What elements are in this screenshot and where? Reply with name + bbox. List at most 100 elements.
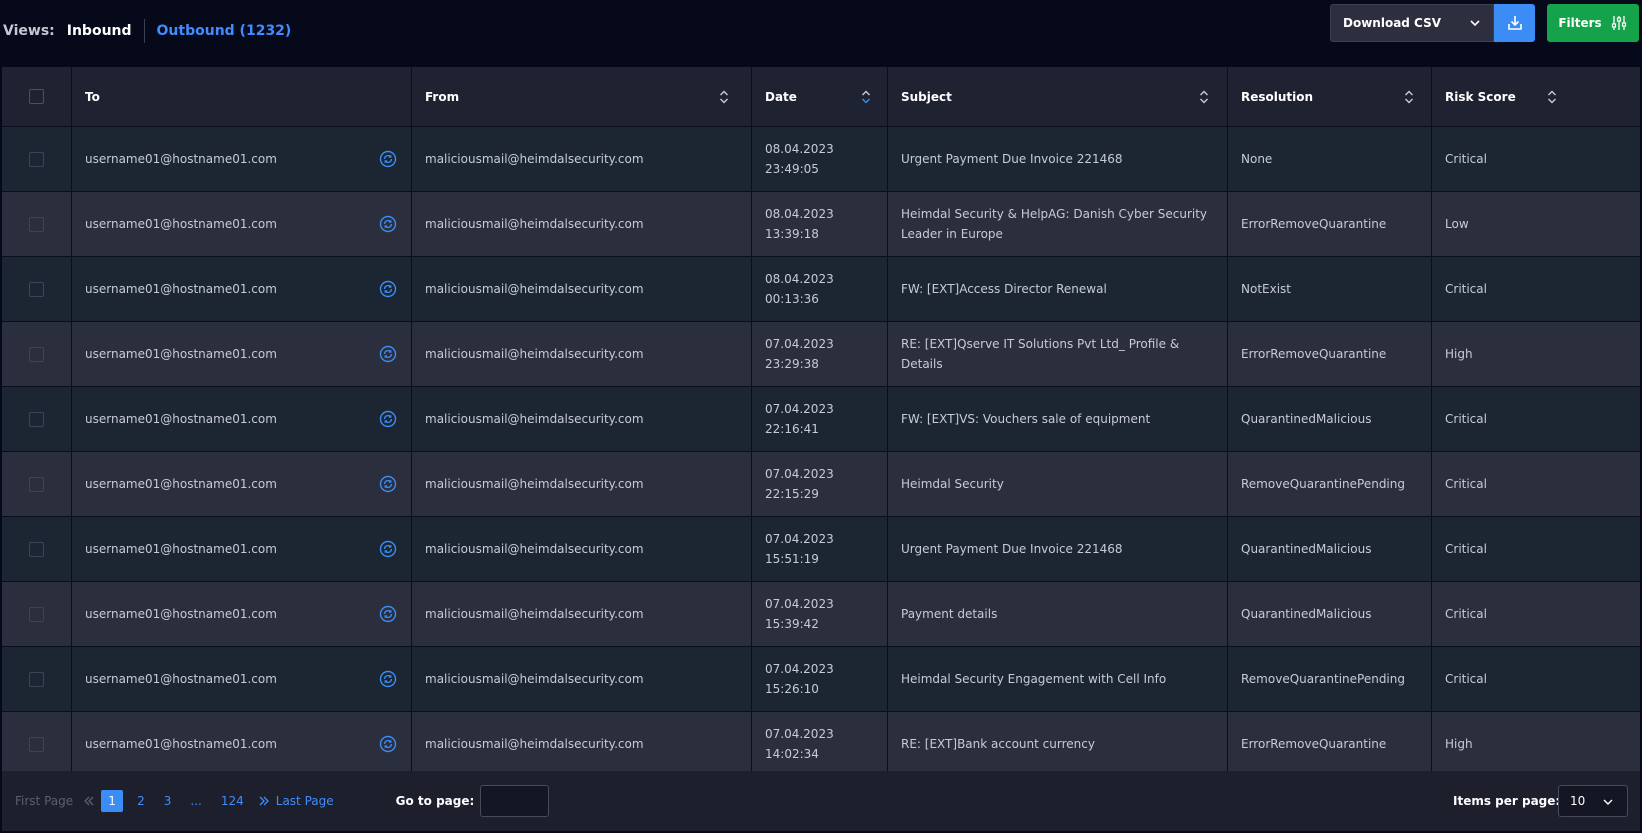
column-risk-score[interactable]: Risk Score bbox=[1432, 67, 1640, 126]
table-row[interactable]: username01@hostname01.com maliciousmail@h… bbox=[2, 387, 1640, 452]
resolution-text: RemoveQuarantinePending bbox=[1241, 477, 1405, 491]
table-row[interactable]: username01@hostname01.com maliciousmail@h… bbox=[2, 712, 1640, 777]
cell-from: maliciousmail@heimdalsecurity.com bbox=[412, 192, 752, 256]
to-address: username01@hostname01.com bbox=[85, 282, 277, 296]
sync-icon[interactable] bbox=[379, 280, 397, 298]
cell-risk-score: Critical bbox=[1432, 517, 1640, 581]
table-row[interactable]: username01@hostname01.com maliciousmail@h… bbox=[2, 192, 1640, 257]
cell-date: 07.04.2023 15:26:10 bbox=[752, 647, 888, 711]
row-checkbox[interactable] bbox=[29, 346, 44, 362]
time-value: 22:15:29 bbox=[765, 487, 819, 501]
page-124[interactable]: 124 bbox=[221, 794, 244, 808]
row-select-cell bbox=[2, 192, 72, 256]
cell-risk-score: Critical bbox=[1432, 582, 1640, 646]
column-resolution-label: Resolution bbox=[1241, 89, 1314, 104]
row-checkbox[interactable] bbox=[29, 411, 44, 427]
sync-icon[interactable] bbox=[379, 670, 397, 688]
row-select-cell bbox=[2, 517, 72, 581]
cell-resolution: ErrorRemoveQuarantine bbox=[1228, 192, 1432, 256]
table-row[interactable]: username01@hostname01.com maliciousmail@h… bbox=[2, 322, 1640, 387]
sync-icon[interactable] bbox=[379, 735, 397, 753]
table-row[interactable]: username01@hostname01.com maliciousmail@h… bbox=[2, 582, 1640, 647]
view-inbound[interactable]: Inbound bbox=[67, 23, 132, 39]
time-value: 23:29:38 bbox=[765, 357, 819, 371]
row-checkbox[interactable] bbox=[29, 541, 44, 557]
page-3[interactable]: 3 bbox=[164, 794, 172, 808]
download-button[interactable] bbox=[1494, 4, 1535, 42]
last-page-link[interactable]: Last Page bbox=[276, 794, 334, 808]
double-chevron-right-icon[interactable] bbox=[258, 795, 270, 807]
column-from[interactable]: From bbox=[412, 67, 752, 126]
cell-subject: RE: [EXT]Bank account currency bbox=[888, 712, 1228, 776]
sync-icon[interactable] bbox=[379, 475, 397, 493]
cell-subject: RE: [EXT]Qserve IT Solutions Pvt Ltd_ Pr… bbox=[888, 322, 1228, 386]
page-ellipsis[interactable]: ... bbox=[190, 794, 201, 808]
date-value: 08.04.2023 bbox=[765, 207, 834, 221]
table-row[interactable]: username01@hostname01.com maliciousmail@h… bbox=[2, 647, 1640, 712]
sync-icon[interactable] bbox=[379, 605, 397, 623]
row-checkbox[interactable] bbox=[29, 216, 44, 232]
date-value: 07.04.2023 bbox=[765, 337, 834, 351]
sort-icon[interactable] bbox=[1404, 89, 1414, 105]
view-outbound[interactable]: Outbound (1232) bbox=[157, 23, 292, 39]
sliders-icon bbox=[1611, 16, 1626, 30]
first-page-link[interactable]: First Page bbox=[15, 794, 73, 808]
sync-icon[interactable] bbox=[379, 410, 397, 428]
date-value: 07.04.2023 bbox=[765, 727, 834, 741]
column-to: To bbox=[72, 67, 412, 126]
row-checkbox[interactable] bbox=[29, 671, 44, 687]
sync-icon[interactable] bbox=[379, 345, 397, 363]
row-select-cell bbox=[2, 647, 72, 711]
column-subject[interactable]: Subject bbox=[888, 67, 1228, 126]
cell-to: username01@hostname01.com bbox=[72, 517, 412, 581]
table-row[interactable]: username01@hostname01.com maliciousmail@h… bbox=[2, 517, 1640, 582]
cell-risk-score: Low bbox=[1432, 192, 1640, 256]
select-all-checkbox[interactable] bbox=[29, 89, 44, 104]
sort-icon[interactable] bbox=[1547, 89, 1557, 105]
risk-text: High bbox=[1445, 347, 1473, 361]
row-checkbox[interactable] bbox=[29, 736, 44, 752]
sync-icon[interactable] bbox=[379, 540, 397, 558]
row-select-cell bbox=[2, 452, 72, 516]
cell-subject: Heimdal Security Engagement with Cell In… bbox=[888, 647, 1228, 711]
cell-subject: Urgent Payment Due Invoice 221468 bbox=[888, 517, 1228, 581]
cell-to: username01@hostname01.com bbox=[72, 582, 412, 646]
row-checkbox[interactable] bbox=[29, 281, 44, 297]
column-resolution[interactable]: Resolution bbox=[1228, 67, 1432, 126]
items-per-page-value: 10 bbox=[1570, 794, 1586, 808]
subject-text: Urgent Payment Due Invoice 221468 bbox=[901, 542, 1123, 556]
cell-subject: Payment details bbox=[888, 582, 1228, 646]
row-checkbox[interactable] bbox=[29, 606, 44, 622]
download-csv-select[interactable]: Download CSV bbox=[1330, 4, 1494, 42]
table-row[interactable]: username01@hostname01.com maliciousmail@h… bbox=[2, 452, 1640, 517]
table-row[interactable]: username01@hostname01.com maliciousmail@h… bbox=[2, 257, 1640, 322]
table-row[interactable]: username01@hostname01.com maliciousmail@h… bbox=[2, 127, 1640, 192]
risk-text: Critical bbox=[1445, 477, 1487, 491]
row-checkbox[interactable] bbox=[29, 151, 44, 167]
column-date[interactable]: Date bbox=[752, 67, 888, 126]
from-address: maliciousmail@heimdalsecurity.com bbox=[425, 282, 644, 296]
to-address: username01@hostname01.com bbox=[85, 672, 277, 686]
row-checkbox[interactable] bbox=[29, 476, 44, 492]
sort-desc-icon[interactable] bbox=[861, 89, 871, 105]
double-chevron-left-icon[interactable] bbox=[83, 795, 95, 807]
to-address: username01@hostname01.com bbox=[85, 542, 277, 556]
date-value: 07.04.2023 bbox=[765, 402, 834, 416]
resolution-text: QuarantinedMalicious bbox=[1241, 412, 1372, 426]
sync-icon[interactable] bbox=[379, 150, 397, 168]
sync-icon[interactable] bbox=[379, 215, 397, 233]
risk-text: High bbox=[1445, 737, 1473, 751]
go-to-page-input[interactable] bbox=[480, 785, 550, 817]
cell-risk-score: Critical bbox=[1432, 452, 1640, 516]
page-1[interactable]: 1 bbox=[101, 790, 124, 812]
items-per-page-select[interactable]: 10 bbox=[1558, 785, 1628, 817]
cell-date: 07.04.2023 23:29:38 bbox=[752, 322, 888, 386]
filters-button[interactable]: Filters bbox=[1547, 4, 1639, 42]
cell-to: username01@hostname01.com bbox=[72, 192, 412, 256]
page-2[interactable]: 2 bbox=[137, 794, 145, 808]
cell-date: 07.04.2023 22:16:41 bbox=[752, 387, 888, 451]
download-icon bbox=[1507, 16, 1522, 30]
row-select-cell bbox=[2, 712, 72, 776]
sort-icon[interactable] bbox=[719, 89, 729, 105]
sort-icon[interactable] bbox=[1199, 89, 1209, 105]
